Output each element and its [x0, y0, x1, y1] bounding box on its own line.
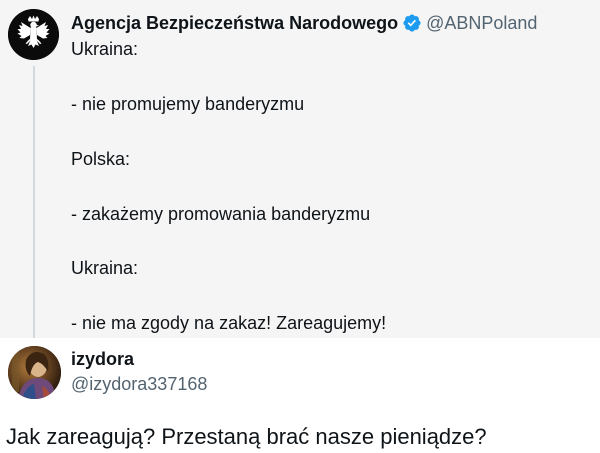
- reply-author-handle[interactable]: @izydora337168: [71, 372, 207, 396]
- quoted-tweet[interactable]: Agencja Bezpieczeństwa Narodowego @ABNPo…: [0, 0, 600, 338]
- eagle-emblem-avatar[interactable]: [8, 9, 59, 60]
- reply-tweet[interactable]: izydora @izydora337168 Jak zareagują? Pr…: [0, 338, 600, 453]
- reply-text: Jak zareagują? Przestaną brać nasze pien…: [6, 424, 487, 449]
- thread-connector-line: [33, 66, 35, 338]
- tweet-header: Agencja Bezpieczeństwa Narodowego @ABNPo…: [71, 11, 537, 35]
- author-name[interactable]: Agencja Bezpieczeństwa Narodowego: [71, 13, 398, 33]
- verified-badge-icon: [403, 14, 421, 32]
- tweet-line: - zakażemy promowania banderyzmu: [71, 204, 371, 224]
- user-avatar[interactable]: [8, 346, 61, 399]
- reply-author-name[interactable]: izydora: [71, 347, 134, 371]
- tweet-line: Ukraina:: [71, 39, 139, 59]
- tweet-line: Polska:: [71, 149, 131, 169]
- eagle-emblem-icon: [8, 9, 59, 60]
- tweet-line: Ukraina:: [71, 258, 139, 278]
- tweet-line: - nie promujemy banderyzmu: [71, 94, 305, 114]
- tweet-line: - nie ma zgody na zakaz! Zareagujemy!: [71, 313, 387, 333]
- user-photo-avatar-icon: [8, 346, 61, 399]
- author-handle[interactable]: @ABNPoland: [426, 13, 537, 33]
